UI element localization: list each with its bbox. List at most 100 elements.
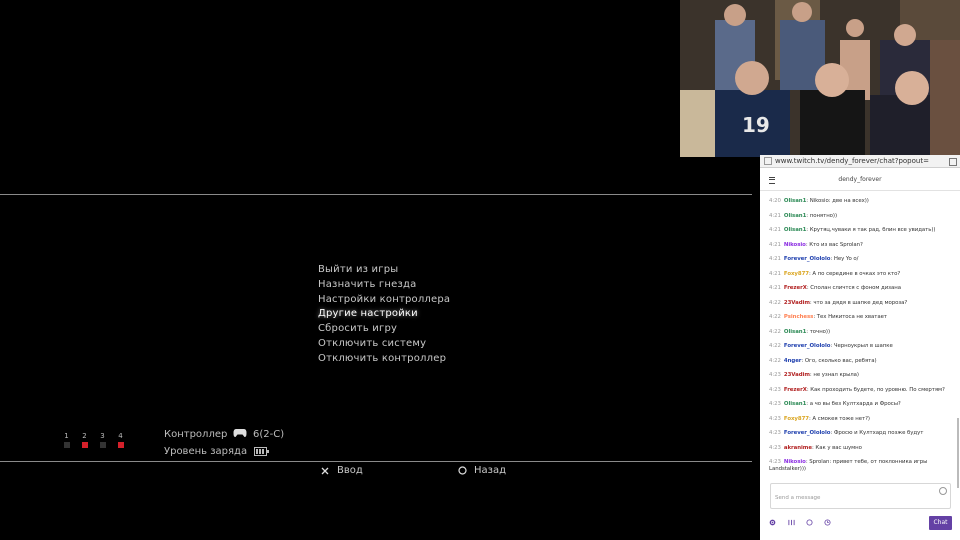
port-2: 2 xyxy=(80,432,89,448)
message-username[interactable]: Foxy877 xyxy=(784,271,809,277)
message-text: Hey Yo o/ xyxy=(833,256,859,262)
message-username[interactable]: Forever_Olololo xyxy=(784,430,831,436)
message-text: Сполан сличтся с фоном дизана xyxy=(810,285,901,291)
port-led xyxy=(99,442,106,448)
circle-button-icon xyxy=(458,466,467,475)
controller-value: 6(2-C) xyxy=(253,429,285,440)
chat-message: 4:23 FrezerX: Как проходить будете, по ур… xyxy=(769,386,945,393)
battery-icon xyxy=(254,447,269,456)
chat-message: 4:22 Forever_Olololo: Черноукрыл в шапке xyxy=(769,343,893,349)
message-timestamp: 4:23 xyxy=(769,444,781,451)
message-text: Как у вас шумно xyxy=(815,444,862,451)
message-username[interactable]: Forever_Olololo xyxy=(784,256,831,262)
message-username[interactable]: Olisan1 xyxy=(784,213,806,219)
message-timestamp: 4:21 xyxy=(769,241,781,248)
message-timestamp: 4:21 xyxy=(769,256,781,262)
message-username[interactable]: akranime xyxy=(784,445,812,451)
message-text: А смокея тоже нет?) xyxy=(812,415,870,422)
chat-message: 4:21 Olisan1: Крутяц,чуваки я так рад, бл… xyxy=(769,227,936,233)
twitch-chat-window: www.twitch.tv/dendy_forever/chat?popout=… xyxy=(760,155,960,540)
message-username[interactable]: Forever_Olololo xyxy=(784,343,831,349)
gamepad-icon xyxy=(233,429,247,438)
chat-message: 4:20 Olisan1: Nikosio: две на всех)) xyxy=(769,198,869,204)
settings-gear-icon[interactable] xyxy=(769,519,776,526)
svg-text:19: 19 xyxy=(742,113,770,137)
message-username[interactable]: Nikosio xyxy=(784,459,806,465)
page-icon xyxy=(764,157,772,165)
message-username[interactable]: 23Vadim xyxy=(784,300,810,306)
message-timestamp: 4:22 xyxy=(769,299,781,306)
menu-item-assign-slots[interactable]: Назначить гнезда xyxy=(318,278,450,293)
chat-message: 4:21 Olisan1: понятно)) xyxy=(769,212,838,219)
smiley-icon[interactable] xyxy=(806,519,813,526)
message-timestamp: 4:23 xyxy=(769,372,781,378)
chat-messages: 4:20 Olisan1: Nikosio: две на всех)) 4:21 O… xyxy=(769,198,952,481)
chat-message: 4:23 Forever_Olololo: Фросю и Култхард по… xyxy=(769,430,924,436)
message-text: Тех Никитоса не хватает xyxy=(816,314,887,320)
message-username[interactable]: Foxy877 xyxy=(784,416,809,422)
controller-label: Контроллер xyxy=(164,429,228,440)
message-username[interactable]: FrezerX xyxy=(784,387,807,393)
message-text: понятно)) xyxy=(809,212,838,219)
browser-url-bar[interactable]: www.twitch.tv/dendy_forever/chat?popout= xyxy=(760,155,960,168)
menu-item-quit-game[interactable]: Выйти из игры xyxy=(318,263,450,278)
chat-message: 4:23 Nikosio: Sprolan: привет тебе, от по… xyxy=(769,459,928,472)
port-3: 3 xyxy=(98,432,107,448)
message-timestamp: 4:22 xyxy=(769,314,781,320)
battery-label: Уровень заряда xyxy=(164,446,248,457)
message-timestamp: 4:22 xyxy=(769,328,781,335)
message-timestamp: 4:21 xyxy=(769,270,781,277)
top-divider xyxy=(0,194,752,195)
message-username[interactable]: 4nger xyxy=(784,358,802,364)
webcam-image: 19 xyxy=(680,0,960,157)
message-timestamp: 4:23 xyxy=(769,459,781,465)
message-username[interactable]: 23Vadim xyxy=(784,372,810,378)
popout-icon[interactable] xyxy=(949,158,957,166)
viewer-list-icon[interactable] xyxy=(788,519,795,526)
message-timestamp: 4:21 xyxy=(769,227,781,233)
chat-message: 4:21 Foxy877: А по середине в очках это к… xyxy=(769,270,901,277)
webcam-feed: 19 xyxy=(680,0,960,157)
chat-message: 4:23 akranime: Как у вас шумно xyxy=(769,444,862,451)
menu-icon[interactable] xyxy=(769,177,775,184)
port-number: 2 xyxy=(82,432,87,440)
menu-item-turn-off-system[interactable]: Отключить систему xyxy=(318,337,450,352)
timer-icon[interactable] xyxy=(824,519,831,526)
chat-send-button[interactable]: Chat xyxy=(929,516,952,530)
message-text: Кто из вас Sprolan? xyxy=(809,241,863,248)
chat-message-input[interactable] xyxy=(771,490,939,506)
chat-header: dendy_forever xyxy=(760,168,960,191)
chat-message: 4:21 Forever_Olololo: Hey Yo o/ xyxy=(769,256,859,262)
chat-input-box xyxy=(770,483,951,509)
bottom-divider xyxy=(0,461,752,462)
message-username[interactable]: Nikosio xyxy=(784,242,806,248)
message-timestamp: 4:23 xyxy=(769,415,781,422)
message-username[interactable]: Olisan1 xyxy=(784,227,806,233)
message-username[interactable]: Olisan1 xyxy=(784,401,806,407)
message-username[interactable]: FrezerX xyxy=(784,285,807,291)
emoticon-icon[interactable] xyxy=(939,487,947,495)
menu-item-other-settings[interactable]: Другие настройки xyxy=(318,307,450,322)
chat-scrollbar[interactable] xyxy=(957,418,959,488)
message-timestamp: 4:21 xyxy=(769,212,781,219)
menu-item-controller-settings[interactable]: Настройки контроллера xyxy=(318,293,450,308)
menu-item-disconnect-controller[interactable]: Отключить контроллер xyxy=(318,352,450,367)
message-username[interactable]: Psinchess xyxy=(784,314,813,320)
message-timestamp: 4:23 xyxy=(769,386,781,393)
enter-hint: Ввод xyxy=(337,465,363,476)
message-timestamp: 4:22 xyxy=(769,357,781,364)
message-text: А по середине в очках это кто? xyxy=(812,270,901,277)
menu-item-reset-game[interactable]: Сбросить игру xyxy=(318,322,450,337)
chat-message: 4:23 23Vadim: не узнал крыла) xyxy=(769,372,859,378)
chat-message: 4:22 4nger: Ого, сколько вас, ребята) xyxy=(769,357,877,364)
controller-ports: 1 2 3 4 xyxy=(62,432,125,448)
message-username[interactable]: Olisan1 xyxy=(784,198,806,204)
message-text: Nikosio: две на всех)) xyxy=(809,198,869,204)
message-text: точно)) xyxy=(809,328,831,335)
message-text: Фросю и Култхард позже будут xyxy=(833,430,924,436)
message-username[interactable]: Olisan1 xyxy=(784,329,806,335)
message-text: Как проходить будете, по уровню. По смер… xyxy=(810,386,945,393)
message-timestamp: 4:23 xyxy=(769,430,781,436)
chat-message: 4:21 Nikosio: Кто из вас Sprolan? xyxy=(769,241,863,248)
port-number: 1 xyxy=(64,432,69,440)
